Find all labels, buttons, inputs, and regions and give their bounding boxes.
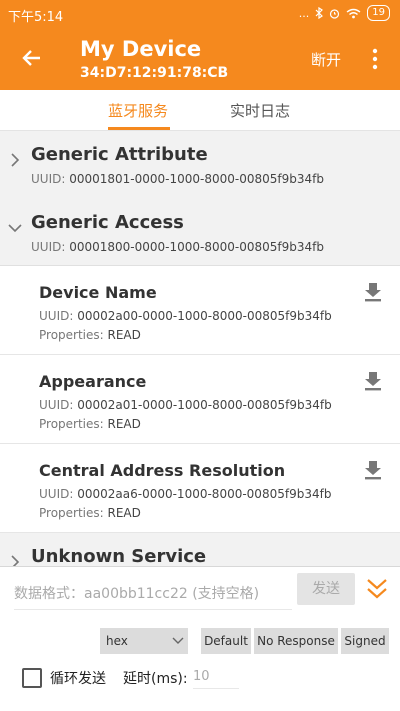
service-uuid: UUID: 00001801-0000-1000-8000-00805f9b34… (31, 172, 324, 186)
characteristic-name: Central Address Resolution (39, 461, 286, 480)
chevron-down-icon (172, 637, 184, 644)
battery-icon: 19 (367, 5, 390, 21)
delay-input[interactable]: 10 (193, 666, 239, 689)
status-bar: 下午5:14 ... 19 (0, 0, 400, 28)
write-type-no-response-button[interactable]: No Response (254, 628, 338, 654)
characteristic-uuid: UUID: 00002a01-0000-1000-8000-00805f9b34… (39, 398, 332, 412)
wifi-icon (346, 8, 361, 18)
characteristic-device-name[interactable]: Device Name UUID: 00002a00-0000-1000-800… (0, 266, 400, 355)
characteristic-appearance[interactable]: Appearance UUID: 00002a01-0000-1000-8000… (0, 355, 400, 444)
tab-realtime-log[interactable]: 实时日志 (230, 100, 290, 121)
write-type-default-button[interactable]: Default (201, 628, 251, 654)
chevron-right-icon (11, 153, 20, 167)
bluetooth-icon (315, 7, 324, 19)
app-bar: My Device 34:D7:12:91:78:CB 断开 (0, 28, 400, 90)
characteristic-uuid: UUID: 00002aa6-0000-1000-8000-00805f9b34… (39, 487, 332, 501)
characteristic-properties: Properties: READ (39, 506, 141, 520)
signal-dots-icon: ... (298, 6, 310, 20)
characteristic-name: Device Name (39, 283, 157, 302)
service-name: Generic Attribute (31, 144, 208, 165)
service-name: Generic Access (31, 212, 184, 233)
more-options-icon[interactable] (365, 48, 385, 70)
send-panel: 数据格式：aa00bb11cc22 (支持空格) 发送 hex Default … (0, 566, 400, 711)
back-arrow-icon[interactable] (20, 46, 44, 70)
characteristic-central-address-resolution[interactable]: Central Address Resolution UUID: 00002aa… (0, 444, 400, 533)
download-icon[interactable] (362, 459, 384, 481)
service-uuid: UUID: 00001800-0000-1000-8000-00805f9b34… (31, 240, 324, 254)
format-select-value: hex (106, 634, 128, 648)
disconnect-button[interactable]: 断开 (311, 49, 341, 70)
download-icon[interactable] (362, 370, 384, 392)
write-type-signed-button[interactable]: Signed (341, 628, 389, 654)
service-name: Unknown Service (31, 546, 207, 567)
characteristic-uuid: UUID: 00002a00-0000-1000-8000-00805f9b34… (39, 309, 332, 323)
tab-indicator (108, 127, 170, 130)
service-generic-access[interactable]: Generic Access UUID: 00001800-0000-1000-… (0, 199, 400, 266)
loop-send-label: 循环发送 (50, 671, 106, 687)
characteristic-name: Appearance (39, 372, 147, 391)
characteristic-properties: Properties: READ (39, 417, 141, 431)
send-button[interactable]: 发送 (297, 573, 355, 605)
chevron-down-icon (8, 224, 22, 233)
characteristic-properties: Properties: READ (39, 328, 141, 342)
service-generic-attribute[interactable]: Generic Attribute UUID: 00001801-0000-10… (0, 131, 400, 200)
tab-bar: 蓝牙服务 实时日志 (0, 90, 400, 131)
status-icons: ... 19 (299, 5, 390, 21)
format-select[interactable]: hex (100, 628, 188, 654)
device-address: 34:D7:12:91:78:CB (80, 65, 229, 81)
divider (0, 566, 400, 567)
status-time: 下午5:14 (8, 10, 64, 25)
download-icon[interactable] (362, 281, 384, 303)
page-title: My Device (80, 37, 202, 61)
data-input[interactable]: 数据格式：aa00bb11cc22 (支持空格) (14, 579, 292, 610)
alarm-icon (330, 8, 340, 19)
collapse-double-chevron-icon[interactable] (366, 577, 388, 601)
delay-label: 延时(ms): (123, 671, 188, 687)
loop-send-checkbox[interactable] (22, 668, 42, 688)
tab-bluetooth-services[interactable]: 蓝牙服务 (108, 100, 168, 121)
